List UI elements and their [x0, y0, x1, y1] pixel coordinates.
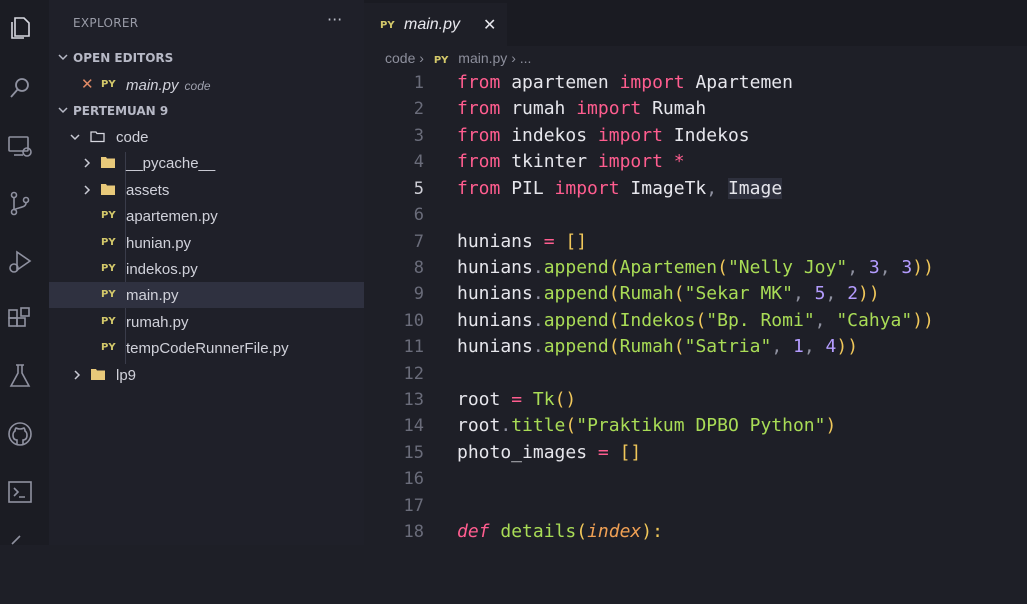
- close-icon[interactable]: ✕: [483, 15, 496, 34]
- chevron-right-icon: ›: [511, 50, 516, 66]
- code-line[interactable]: 16: [364, 467, 1027, 493]
- run-debug-icon[interactable]: [6, 248, 34, 276]
- breadcrumb: code › PY main.py › ...: [385, 50, 531, 66]
- chevron-right-icon: [81, 183, 93, 197]
- code-line[interactable]: 7 hunians = []: [364, 230, 1027, 256]
- tree-file-main[interactable]: PY main.py: [49, 282, 364, 308]
- open-editor-folder: code: [184, 79, 211, 93]
- testing-icon[interactable]: [6, 362, 34, 390]
- python-file-icon: PY: [101, 316, 116, 327]
- code-line[interactable]: 9 hunians.append(Rumah("Sekar MK", 5, 2)…: [364, 282, 1027, 308]
- code-line[interactable]: 12: [364, 362, 1027, 388]
- chevron-right-icon: [71, 368, 83, 382]
- code-line-current[interactable]: 5 from PIL import ImageTk, Image: [364, 177, 1027, 203]
- tree-file-apartemen[interactable]: PY apartemen.py: [49, 203, 364, 229]
- explorer-sidebar: EXPLORER ··· OPEN EDITORS ✕ PY main.py co…: [49, 0, 364, 545]
- remote-explorer-icon[interactable]: [6, 132, 34, 160]
- breadcrumb-file[interactable]: main.py: [458, 50, 507, 66]
- tree-file-indekos[interactable]: PY indekos.py: [49, 256, 364, 282]
- open-editors-section[interactable]: OPEN EDITORS: [49, 47, 364, 69]
- python-file-icon: PY: [101, 237, 116, 248]
- tree-file-hunian[interactable]: PY hunian.py: [49, 230, 364, 256]
- code-line[interactable]: 10 hunians.append(Indekos("Bp. Romi", "C…: [364, 309, 1027, 335]
- code-line[interactable]: 17: [364, 494, 1027, 520]
- open-editor-main[interactable]: ✕ PY main.py code: [49, 72, 364, 98]
- editor-area: PY main.py ✕ code › PY main.py › ... 1 f…: [364, 0, 1027, 545]
- code-line[interactable]: 13 root = Tk(): [364, 388, 1027, 414]
- code-line[interactable]: 8 hunians.append(Apartemen("Nelly Joy", …: [364, 256, 1027, 282]
- tree-folder-pycache[interactable]: __pycache__: [49, 150, 364, 176]
- extensions-icon[interactable]: [6, 306, 34, 334]
- explorer-header: EXPLORER: [73, 16, 139, 30]
- github-icon[interactable]: [6, 420, 34, 448]
- tree-folder-lp9[interactable]: lp9: [49, 362, 364, 388]
- tree-folder-assets[interactable]: assets: [49, 177, 364, 203]
- python-file-icon: PY: [101, 79, 116, 90]
- terminal-icon[interactable]: [6, 478, 34, 506]
- chevron-right-icon: ›: [419, 50, 424, 66]
- folder-icon: [100, 183, 116, 196]
- tab-label: main.py: [404, 16, 461, 33]
- breadcrumb-symbols[interactable]: ...: [520, 50, 532, 66]
- tree-folder-code[interactable]: code: [49, 124, 364, 150]
- code-line[interactable]: 4 from tkinter import *: [364, 150, 1027, 176]
- tree-file-tempcoderunner[interactable]: PY tempCodeRunnerFile.py: [49, 335, 364, 361]
- tab-main-py[interactable]: PY main.py ✕: [364, 3, 507, 46]
- activity-bar: [0, 0, 49, 545]
- remote-icon[interactable]: [6, 530, 34, 558]
- python-file-icon: PY: [101, 289, 116, 300]
- tab-bar: PY main.py ✕: [364, 0, 1027, 46]
- folder-icon: [90, 368, 106, 381]
- code-line[interactable]: 1 from apartemen import Apartemen: [364, 71, 1027, 97]
- code-line[interactable]: 18 def details(index):: [364, 520, 1027, 546]
- code-line[interactable]: 3 from indekos import Indekos: [364, 124, 1027, 150]
- tree-file-rumah[interactable]: PY rumah.py: [49, 309, 364, 335]
- chevron-down-icon: [69, 130, 81, 144]
- code-line[interactable]: 2 from rumah import Rumah: [364, 97, 1027, 123]
- code-line[interactable]: 6: [364, 203, 1027, 229]
- code-line[interactable]: 14 root.title("Praktikum DPBO Python"): [364, 414, 1027, 440]
- source-control-icon[interactable]: [6, 190, 34, 218]
- open-editor-file-name: main.py: [126, 77, 179, 94]
- more-actions-button[interactable]: ···: [327, 10, 342, 29]
- explorer-icon[interactable]: [6, 14, 34, 42]
- python-file-icon: PY: [101, 342, 116, 353]
- code-line[interactable]: 15 photo_images = []: [364, 441, 1027, 467]
- folder-icon: [100, 156, 116, 169]
- python-file-icon: PY: [433, 55, 449, 66]
- close-icon[interactable]: ✕: [81, 75, 94, 93]
- chevron-right-icon: [81, 156, 93, 170]
- project-section[interactable]: PERTEMUAN 9: [49, 100, 364, 122]
- folder-open-icon: [90, 130, 106, 143]
- python-file-icon: PY: [101, 210, 116, 221]
- python-file-icon: PY: [380, 20, 395, 31]
- search-icon[interactable]: [6, 74, 34, 102]
- python-file-icon: PY: [101, 263, 116, 274]
- code-line[interactable]: 11 hunians.append(Rumah("Satria", 1, 4)): [364, 335, 1027, 361]
- breadcrumb-folder[interactable]: code: [385, 50, 415, 66]
- chevron-down-icon: [57, 50, 69, 67]
- chevron-down-icon: [57, 103, 69, 120]
